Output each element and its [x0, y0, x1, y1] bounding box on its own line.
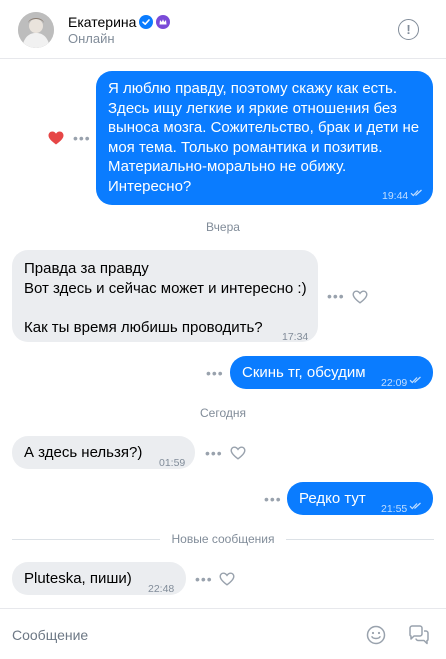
message-bubble-incoming[interactable]: Pluteska, пиши) 22:48	[12, 562, 186, 595]
contact-name[interactable]: Екатерина	[68, 14, 136, 30]
chat-bubbles-icon[interactable]	[408, 625, 430, 645]
message-actions-dots-icon[interactable]: •••	[206, 366, 224, 380]
message-time: 19:44	[382, 190, 409, 202]
info-icon-glyph: !	[406, 22, 411, 37]
chat-header: Екатерина Онлайн !	[0, 0, 446, 59]
message-time: 22:48	[148, 583, 175, 595]
message-bubble-outgoing[interactable]: Я люблю правду, поэтому скажу как есть. …	[96, 71, 433, 205]
read-ticks-icon	[409, 502, 421, 510]
online-status: Онлайн	[68, 31, 115, 46]
message-text: Редко тут	[299, 490, 366, 507]
like-filled-heart-icon[interactable]	[48, 131, 64, 145]
like-heart-icon[interactable]	[352, 290, 368, 304]
message-actions-dots-icon[interactable]: •••	[264, 492, 282, 506]
message-input[interactable]: Сообщение	[12, 627, 88, 643]
date-divider: Сегодня	[200, 406, 246, 420]
message-time: 01:59	[159, 457, 186, 469]
message-bubble-incoming[interactable]: А здесь нельзя?) 01:59	[12, 436, 195, 469]
message-actions-dots-icon[interactable]: •••	[195, 572, 213, 586]
contact-name-row: Екатерина	[68, 14, 171, 30]
emoji-icon[interactable]	[366, 625, 386, 645]
crown-icon	[156, 15, 171, 29]
message-composer-bar: Сообщение	[0, 608, 446, 659]
message-text: Скинь тг, обсудим	[242, 364, 366, 381]
message-text: А здесь нельзя?)	[24, 444, 143, 461]
message-time: 22:09	[381, 377, 408, 389]
new-messages-line	[286, 539, 434, 540]
message-text: Я люблю правду, поэтому скажу как есть. …	[108, 80, 420, 195]
message-time: 21:55	[381, 503, 408, 515]
message-bubble-outgoing[interactable]: Редко тут 21:55	[287, 482, 433, 515]
read-ticks-icon	[409, 376, 421, 384]
message-actions-dots-icon[interactable]: •••	[205, 446, 223, 460]
read-ticks-icon	[410, 189, 422, 197]
message-text: Pluteska, пиши)	[24, 570, 132, 587]
message-bubble-incoming[interactable]: Правда за правду Вот здесь и сейчас може…	[12, 250, 318, 343]
avatar-photo-icon	[18, 12, 54, 48]
like-heart-icon[interactable]	[230, 446, 246, 460]
message-text: Правда за правду Вот здесь и сейчас може…	[24, 260, 307, 336]
date-divider: Вчера	[206, 220, 240, 234]
avatar[interactable]	[18, 12, 54, 48]
message-actions-dots-icon[interactable]: •••	[73, 131, 91, 145]
verified-icon	[139, 15, 154, 29]
message-time: 17:34	[282, 331, 309, 343]
info-icon[interactable]: !	[398, 19, 419, 40]
message-bubble-outgoing[interactable]: Скинь тг, обсудим 22:09	[230, 356, 433, 389]
message-actions-dots-icon[interactable]: •••	[327, 289, 345, 303]
like-heart-icon[interactable]	[219, 572, 235, 586]
